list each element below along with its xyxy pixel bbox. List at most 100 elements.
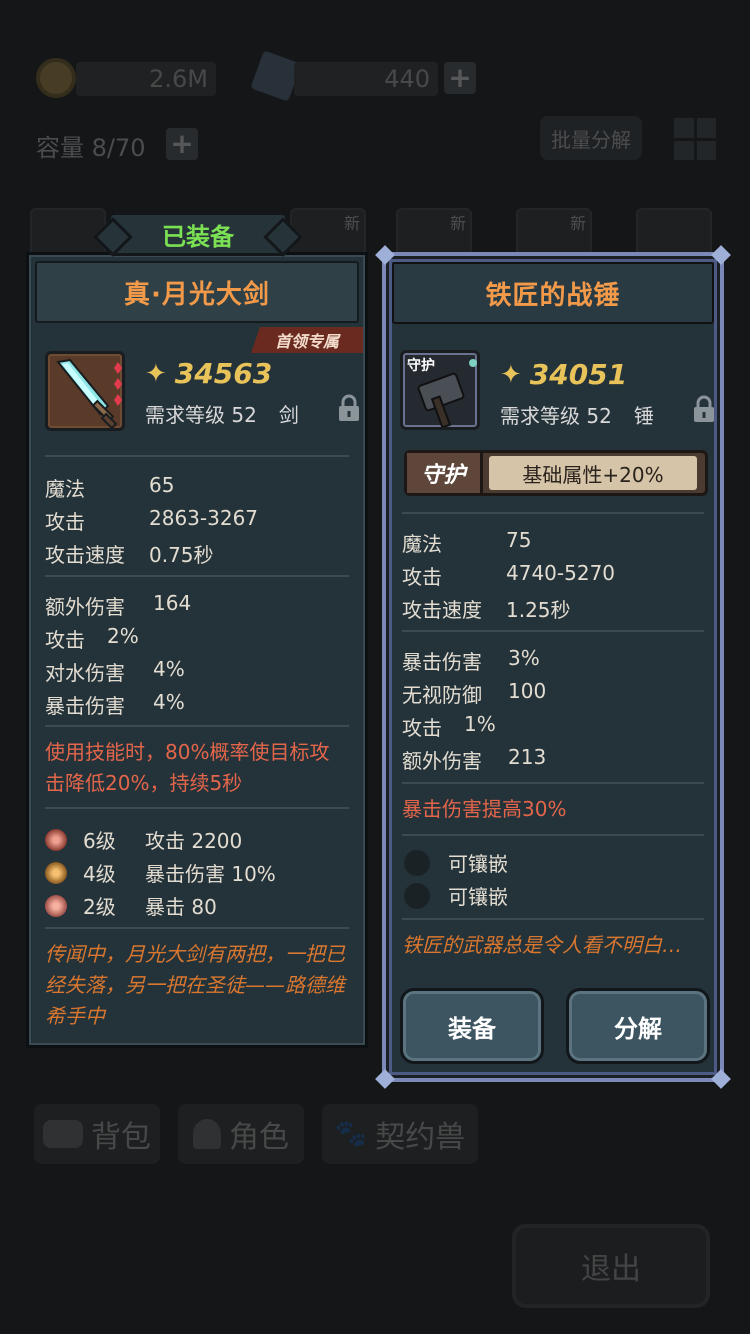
empty-socket[interactable]: 可镶嵌 (404, 881, 508, 910)
gem-stat: 攻击 2200 (145, 829, 243, 853)
requirement-line: 需求等级 52 剑 (145, 399, 299, 428)
batch-decompose-button[interactable]: 批量分解 (540, 116, 642, 160)
stat-magic: 魔法 75 (402, 528, 531, 557)
divider (402, 512, 704, 514)
stat-key: 攻击速度 (402, 598, 482, 622)
stat-value: 4% (153, 657, 185, 681)
stat-attack-percent: 攻击 2% (45, 624, 139, 653)
tab-label: 角色 (229, 1120, 289, 1155)
stat-key: 攻击速度 (45, 543, 125, 567)
stat-attack-percent: 攻击 1% (402, 712, 496, 741)
divider (45, 807, 349, 809)
stat-magic: 魔法 65 (45, 473, 174, 502)
socket-label: 可镶嵌 (448, 885, 508, 909)
gold-amount: 2.6M (76, 62, 216, 96)
gem-row: 6级 攻击 2200 (45, 825, 242, 854)
exit-button[interactable]: 退出 (512, 1224, 710, 1308)
stat-key: 魔法 (402, 532, 442, 556)
stat-value: 0.75秒 (149, 543, 214, 567)
stat-value: 100 (508, 679, 547, 703)
lore-text: 铁匠的武器总是令人看不明白… (402, 933, 682, 957)
stat-attack: 攻击 4740-5270 (402, 561, 615, 590)
stat-value: 3% (508, 646, 540, 670)
decompose-button[interactable]: 分解 (566, 988, 710, 1064)
guard-tag: 守护 (407, 358, 435, 374)
stat-key: 魔法 (45, 477, 85, 501)
stat-extra-damage: 额外伤害 213 (402, 745, 546, 774)
tab-pet[interactable]: 🐾 契约兽 (322, 1104, 478, 1164)
guard-affix-label: 守护 (407, 453, 483, 493)
item-title: 真·月光大剑 (35, 261, 359, 323)
stat-ignore-defense: 无视防御 100 (402, 679, 546, 708)
stat-crit-damage: 暴击伤害 3% (402, 646, 540, 675)
expand-capacity-button[interactable]: + (166, 128, 198, 160)
combat-power-value: 34563 (174, 357, 273, 390)
stat-key: 攻击 (45, 628, 85, 652)
gem-row: 4级 暴击伤害 10% (45, 858, 276, 887)
stat-value: 1.25秒 (506, 598, 571, 622)
guard-affix-value: 基础属性+20% (489, 456, 697, 490)
stat-extra-damage: 额外伤害 164 (45, 591, 191, 620)
stat-attack-speed: 攻击速度 1.25秒 (402, 594, 571, 623)
stat-attack: 攻击 2863-3267 (45, 506, 258, 535)
stat-crit-damage: 暴击伤害 4% (45, 690, 185, 719)
hammer-icon[interactable]: 守护 (400, 350, 480, 430)
special-effect-text: 暴击伤害提高30% (402, 797, 567, 821)
character-icon (193, 1119, 221, 1149)
stat-key: 额外伤害 (45, 595, 125, 619)
tab-backpack[interactable]: 背包 (34, 1104, 160, 1164)
stat-key: 攻击 (45, 510, 85, 534)
required-level: 需求等级 52 (500, 404, 612, 428)
guard-affix-bar: 守护 基础属性+20% (404, 450, 708, 496)
socket-icon (404, 882, 430, 909)
divider (402, 918, 704, 920)
amber-gem-icon (45, 861, 67, 884)
gem-stat: 暴击伤害 10% (145, 862, 276, 886)
grid-view-icon[interactable] (674, 118, 716, 160)
combat-power: ✦ 34051 (500, 358, 627, 391)
stat-value: 1% (464, 712, 496, 736)
combat-power: ✦ 34563 (145, 357, 272, 390)
divider (402, 630, 704, 632)
new-badge: 新 (449, 214, 466, 233)
equip-button[interactable]: 装备 (400, 988, 544, 1064)
sword-icon[interactable] (45, 351, 125, 431)
new-badge: 新 (569, 214, 586, 233)
empty-socket[interactable]: 可镶嵌 (404, 848, 508, 877)
tab-label: 背包 (91, 1120, 151, 1155)
tab-character[interactable]: 角色 (178, 1104, 304, 1164)
paw-icon: 🐾 (334, 1119, 368, 1149)
weapon-type: 剑 (278, 403, 299, 427)
lock-icon[interactable] (337, 393, 361, 423)
stat-water-damage: 对水伤害 4% (45, 657, 185, 686)
tab-label: 契约兽 (375, 1120, 466, 1155)
pink-gem-icon (45, 894, 67, 917)
stat-value: 2863-3267 (149, 506, 259, 530)
compare-item-panel: 铁匠的战锤 守护 ✦ 34051 需求等级 52 锤 守护 基础属性+20% 魔… (375, 245, 731, 1089)
divider (45, 575, 349, 577)
equipped-tag-label: 已装备 (162, 222, 234, 251)
equipped-item-panel: 真·月光大剑 首领专属 ✦ 34563 需求等级 52 剑 魔法 65 攻击 286… (26, 252, 368, 1048)
gem-stat: 暴击 80 (145, 895, 217, 919)
lore-text: 传闻中，月光大剑有两把，一把已经失落，另一把在圣徒——路德维希手中 (45, 942, 345, 1028)
boss-exclusive-badge: 首领专属 (251, 327, 363, 353)
stat-value: 75 (506, 528, 532, 552)
socket-label: 可镶嵌 (448, 852, 508, 876)
required-level: 需求等级 52 (145, 403, 257, 427)
stat-value: 2% (107, 624, 139, 648)
gold-coin-icon (36, 58, 76, 98)
gem-level: 2级 (83, 895, 116, 919)
power-icon: ✦ (500, 359, 522, 390)
stat-value: 65 (149, 473, 175, 497)
backpack-icon (43, 1120, 83, 1148)
stat-key: 对水伤害 (45, 661, 125, 685)
weapon-type: 锤 (633, 404, 654, 428)
stat-key: 额外伤害 (402, 749, 482, 773)
stat-value: 4740-5270 (506, 561, 616, 585)
lock-icon[interactable] (692, 394, 716, 424)
divider (402, 834, 704, 836)
gem-level: 6级 (83, 829, 116, 853)
new-badge: 新 (343, 214, 360, 233)
capacity-label: 容量 8/70 (36, 134, 146, 162)
add-crystal-button[interactable]: + (444, 62, 476, 94)
